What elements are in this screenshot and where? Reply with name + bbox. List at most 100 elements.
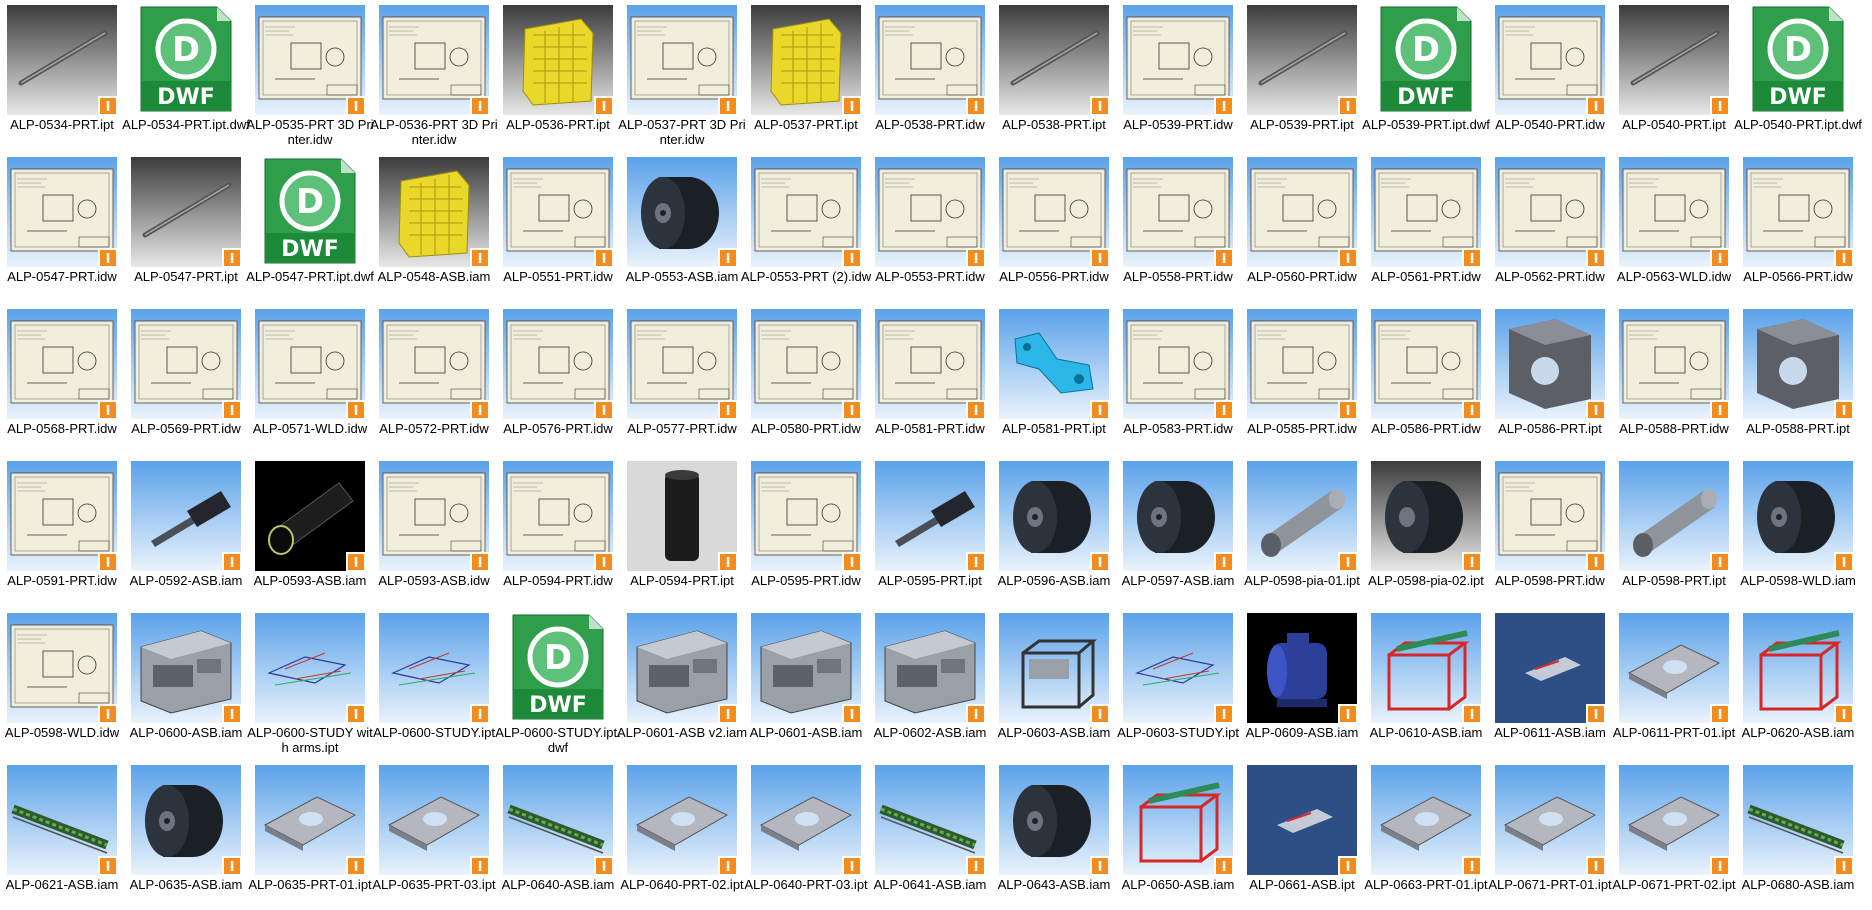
file-item[interactable]: I ALP-0598-pia-02.ipt xyxy=(1360,456,1484,606)
file-item[interactable]: I ALP-0663-PRT-01.ipt xyxy=(1360,760,1488,910)
svg-text:I: I xyxy=(1842,252,1847,267)
file-item[interactable]: I ALP-0571-WLD.idw xyxy=(244,304,368,454)
file-item[interactable]: I ALP-0556-PRT.idw xyxy=(988,152,1112,302)
file-item[interactable]: I ALP-0576-PRT.idw xyxy=(492,304,616,454)
file-item[interactable]: D DWF ALP-0534-PRT.ipt.dwf xyxy=(120,0,250,150)
file-thumbnail: I xyxy=(255,5,365,115)
file-item[interactable]: I ALP-0585-PRT.idw xyxy=(1236,304,1360,454)
file-item[interactable]: I ALP-0551-PRT.idw xyxy=(492,152,616,302)
file-item[interactable]: I ALP-0586-PRT.idw xyxy=(1360,304,1484,454)
file-item[interactable]: I ALP-0640-ASB.iam xyxy=(492,760,616,910)
file-item[interactable]: I ALP-0598-WLD.iam xyxy=(1732,456,1856,606)
file-item[interactable]: I ALP-0586-PRT.ipt xyxy=(1484,304,1608,454)
file-item[interactable]: I ALP-0600-STUDY.ipt xyxy=(368,608,495,758)
file-item[interactable]: I ALP-0547-PRT.idw xyxy=(0,152,120,302)
file-item[interactable]: I ALP-0598-WLD.idw xyxy=(0,608,120,758)
file-item[interactable]: I ALP-0635-ASB.iam xyxy=(120,760,244,910)
file-item[interactable]: D DWF ALP-0539-PRT.ipt.dwf xyxy=(1360,0,1490,150)
file-item[interactable]: I ALP-0611-PRT-01.ipt xyxy=(1608,608,1735,758)
file-item[interactable]: I ALP-0563-WLD.idw xyxy=(1608,152,1732,302)
file-item[interactable]: I ALP-0536-PRT.ipt xyxy=(492,0,616,150)
file-item[interactable]: I ALP-0602-ASB.iam xyxy=(864,608,988,758)
file-item[interactable]: I ALP-0641-ASB.iam xyxy=(864,760,988,910)
file-item[interactable]: I ALP-0577-PRT.idw xyxy=(616,304,740,454)
file-item[interactable]: I ALP-0598-pia-01.ipt xyxy=(1236,456,1360,606)
inventor-overlay-icon: I xyxy=(346,856,365,875)
file-item[interactable]: I ALP-0635-PRT-03.ipt xyxy=(368,760,496,910)
file-item[interactable]: I ALP-0603-ASB.iam xyxy=(988,608,1112,758)
file-item[interactable]: I ALP-0538-PRT.idw xyxy=(864,0,988,150)
file-item[interactable]: I ALP-0598-PRT.idw xyxy=(1484,456,1608,606)
file-item[interactable]: I ALP-0671-PRT-02.ipt xyxy=(1608,760,1736,910)
file-item[interactable]: I ALP-0594-PRT.idw xyxy=(492,456,616,606)
file-item[interactable]: I ALP-0588-PRT.ipt xyxy=(1732,304,1856,454)
file-item[interactable]: I ALP-0537-PRT 3D Printer.idw xyxy=(616,0,746,150)
file-item[interactable]: I ALP-0583-PRT.idw xyxy=(1112,304,1236,454)
file-item[interactable]: I ALP-0643-ASB.iam xyxy=(988,760,1112,910)
file-item[interactable]: I ALP-0553-PRT (2).idw xyxy=(740,152,871,302)
file-item[interactable]: I ALP-0593-ASB.iam xyxy=(244,456,368,606)
file-item[interactable]: I ALP-0592-ASB.iam xyxy=(120,456,244,606)
file-item[interactable]: I ALP-0539-PRT.idw xyxy=(1112,0,1236,150)
inventor-overlay-icon: I xyxy=(1834,400,1853,419)
file-item[interactable]: I ALP-0597-ASB.iam xyxy=(1112,456,1236,606)
file-item[interactable]: I ALP-0569-PRT.idw xyxy=(120,304,244,454)
file-item[interactable]: I ALP-0562-PRT.idw xyxy=(1484,152,1608,302)
file-item[interactable]: I ALP-0581-PRT.ipt xyxy=(988,304,1112,454)
file-item[interactable]: I ALP-0595-PRT.idw xyxy=(740,456,864,606)
file-item[interactable]: I ALP-0600-ASB.iam xyxy=(120,608,244,758)
file-item[interactable]: I ALP-0595-PRT.ipt xyxy=(864,456,988,606)
file-item[interactable]: I ALP-0603-STUDY.ipt xyxy=(1112,608,1239,758)
file-item[interactable]: I ALP-0610-ASB.iam xyxy=(1360,608,1484,758)
file-item[interactable]: I ALP-0540-PRT.idw xyxy=(1484,0,1608,150)
file-item[interactable]: I ALP-0635-PRT-01.ipt xyxy=(244,760,372,910)
file-item[interactable]: I ALP-0572-PRT.idw xyxy=(368,304,492,454)
file-item[interactable]: I ALP-0540-PRT.ipt xyxy=(1608,0,1732,150)
file-item[interactable]: I ALP-0539-PRT.ipt xyxy=(1236,0,1360,150)
file-item[interactable]: I ALP-0558-PRT.idw xyxy=(1112,152,1236,302)
file-item[interactable]: I ALP-0620-ASB.iam xyxy=(1732,608,1856,758)
file-item[interactable]: I ALP-0621-ASB.iam xyxy=(0,760,120,910)
file-item[interactable]: I ALP-0580-PRT.idw xyxy=(740,304,864,454)
inventor-overlay-icon: I xyxy=(1710,400,1729,419)
file-item[interactable]: D DWF ALP-0540-PRT.ipt.dwf xyxy=(1732,0,1862,150)
file-item[interactable]: I ALP-0661-ASB.ipt xyxy=(1236,760,1360,910)
file-name-label: ALP-0635-ASB.iam xyxy=(129,877,243,892)
file-item[interactable]: I ALP-0547-PRT.ipt xyxy=(120,152,244,302)
file-item[interactable]: I ALP-0534-PRT.ipt xyxy=(0,0,120,150)
file-item[interactable]: I ALP-0568-PRT.idw xyxy=(0,304,120,454)
file-item[interactable]: I ALP-0680-ASB.iam xyxy=(1732,760,1856,910)
file-item[interactable]: I ALP-0600-STUDY with arms.ipt xyxy=(244,608,373,758)
file-item[interactable]: I ALP-0548-ASB.iam xyxy=(368,152,492,302)
file-item[interactable]: I ALP-0640-PRT-03.ipt xyxy=(740,760,868,910)
file-item[interactable]: I ALP-0538-PRT.ipt xyxy=(988,0,1112,150)
file-item[interactable]: I ALP-0671-PRT-01.ipt xyxy=(1484,760,1612,910)
file-item[interactable]: I ALP-0566-PRT.idw xyxy=(1732,152,1856,302)
file-item[interactable]: I ALP-0593-ASB.idw xyxy=(368,456,492,606)
file-item[interactable]: I ALP-0560-PRT.idw xyxy=(1236,152,1360,302)
file-item[interactable]: I ALP-0537-PRT.ipt xyxy=(740,0,864,150)
file-item[interactable]: I ALP-0596-ASB.iam xyxy=(988,456,1112,606)
file-item[interactable]: I ALP-0553-ASB.iam xyxy=(616,152,740,302)
file-item[interactable]: I ALP-0553-PRT.idw xyxy=(864,152,988,302)
file-item[interactable]: I ALP-0598-PRT.ipt xyxy=(1608,456,1732,606)
file-item[interactable]: I ALP-0609-ASB.iam xyxy=(1236,608,1360,758)
file-item[interactable]: I ALP-0611-ASB.iam xyxy=(1484,608,1608,758)
file-item[interactable]: I ALP-0536-PRT 3D Printer.idw xyxy=(368,0,498,150)
file-item[interactable]: D DWF ALP-0600-STUDY.ipt.dwf xyxy=(492,608,621,758)
inventor-overlay-icon: I xyxy=(718,400,737,419)
file-item[interactable]: D DWF ALP-0547-PRT.ipt.dwf xyxy=(244,152,374,302)
file-item[interactable]: I ALP-0535-PRT 3D Printer.idw xyxy=(244,0,374,150)
file-name-label: ALP-0566-PRT.idw xyxy=(1743,269,1853,284)
file-item[interactable]: I ALP-0581-PRT.idw xyxy=(864,304,988,454)
svg-text:I: I xyxy=(1346,100,1351,115)
file-item[interactable]: I ALP-0601-ASB v2.iam xyxy=(616,608,747,758)
file-name-label: ALP-0571-WLD.idw xyxy=(252,421,368,436)
file-item[interactable]: I ALP-0594-PRT.ipt xyxy=(616,456,740,606)
file-item[interactable]: I ALP-0640-PRT-02.ipt xyxy=(616,760,744,910)
file-item[interactable]: I ALP-0650-ASB.iam xyxy=(1112,760,1236,910)
file-item[interactable]: I ALP-0588-PRT.idw xyxy=(1608,304,1732,454)
file-item[interactable]: I ALP-0591-PRT.idw xyxy=(0,456,120,606)
file-item[interactable]: I ALP-0601-ASB.iam xyxy=(740,608,864,758)
file-item[interactable]: I ALP-0561-PRT.idw xyxy=(1360,152,1484,302)
